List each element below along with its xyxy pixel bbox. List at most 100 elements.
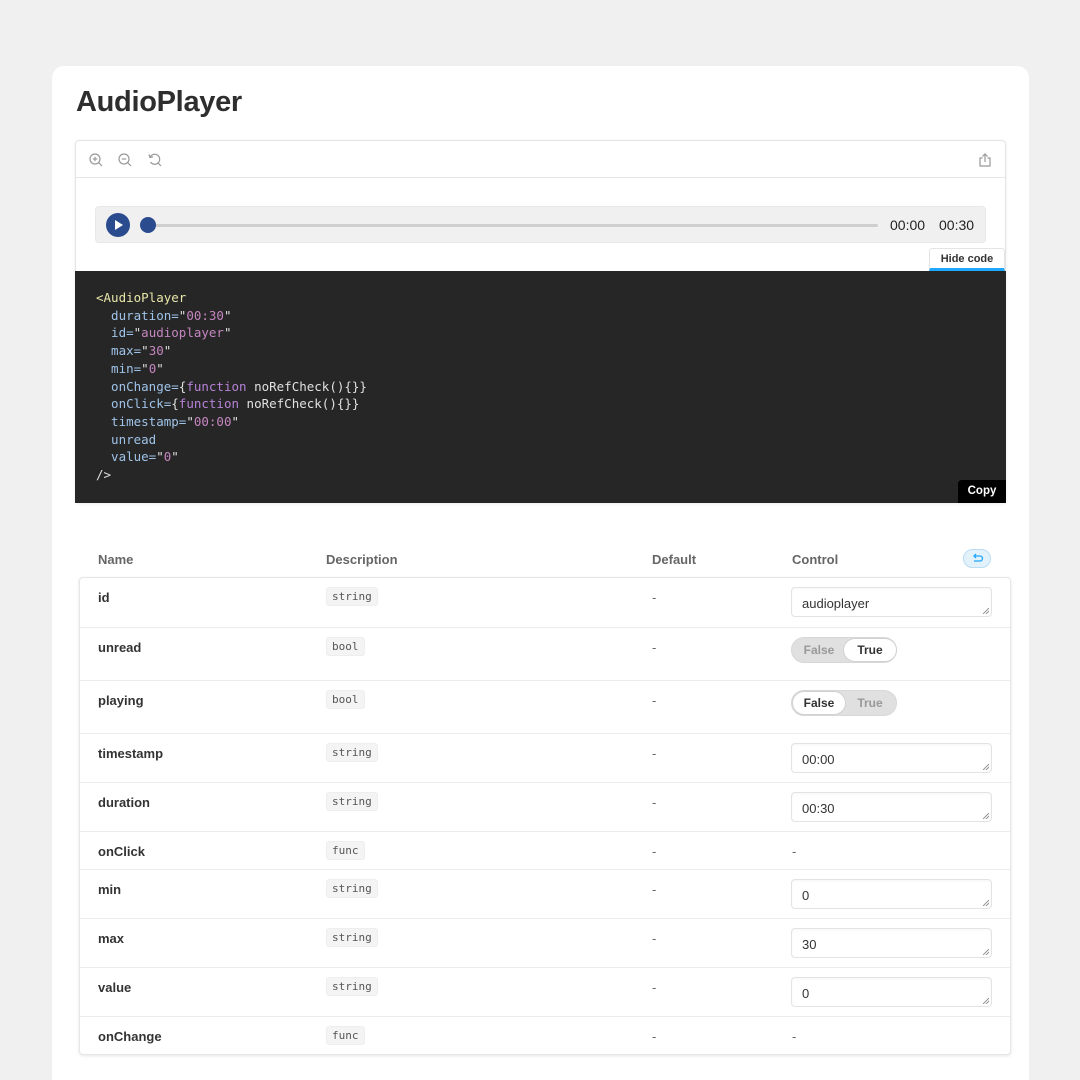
code-line: <AudioPlayer (96, 289, 1006, 307)
code-token: 00:30 (186, 307, 224, 323)
code-token: " (156, 449, 164, 465)
code-token: function (186, 378, 247, 394)
prop-name: playing (98, 693, 144, 708)
prop-row-value: value string - 0 (80, 967, 1010, 1016)
preview-panel: 00:00 00:30 Hide code <AudioPlayer durat… (75, 140, 1006, 503)
prop-type-badge: string (326, 587, 378, 606)
prop-name: min (98, 882, 122, 897)
play-button[interactable] (106, 213, 130, 237)
prop-type-badge: string (326, 928, 378, 947)
prop-row-onchange: onChange func - - (80, 1016, 1010, 1054)
code-token: audioplayer (141, 325, 224, 341)
input-value: 30 (802, 937, 817, 952)
toggle-true-option[interactable]: True (844, 639, 896, 661)
code-line: min="0" (96, 360, 1006, 378)
code-line: duration="00:30" (96, 307, 1006, 325)
code-token: " (223, 307, 232, 323)
zoom-out-icon[interactable] (117, 152, 133, 168)
code-token: " (141, 360, 149, 376)
prop-default: - (652, 844, 657, 859)
code-token: value= (96, 449, 157, 465)
code-token: max= (96, 343, 142, 359)
unread-toggle[interactable]: False True (791, 637, 897, 663)
props-table-body: id string - audioplayer unread bool - False True… (79, 577, 1011, 1055)
min-input[interactable]: 0 (791, 879, 992, 909)
prop-default: - (652, 693, 657, 708)
code-token: id= (96, 325, 134, 341)
props-table-header: Name Description Default Control (79, 541, 1011, 577)
duration-label: 00:30 (939, 217, 975, 233)
code-token: noRefCheck(){}} (246, 378, 367, 394)
prop-type-badge: func (326, 841, 365, 860)
code-line: /> (96, 466, 1006, 484)
code-token: noRefCheck(){}} (239, 396, 360, 412)
toggle-true-option[interactable]: True (844, 692, 896, 714)
code-line: onChange={function noRefCheck(){}} (96, 378, 1006, 396)
code-token: " (171, 449, 179, 465)
hide-code-button[interactable]: Hide code (929, 248, 1005, 271)
code-line: unread (96, 431, 1006, 449)
code-block: <AudioPlayer duration="00:30" id="audiop… (75, 271, 1006, 503)
code-token: " (231, 413, 240, 429)
share-icon[interactable] (977, 152, 993, 168)
prop-name: max (98, 931, 125, 946)
prop-type-badge: string (326, 792, 378, 811)
code-token: " (223, 325, 232, 341)
code-line: max="30" (96, 342, 1006, 360)
copy-button[interactable]: Copy (958, 480, 1006, 503)
reset-zoom-icon[interactable] (147, 152, 163, 168)
code-token: timestamp= (96, 413, 187, 429)
prop-name: duration (98, 795, 150, 810)
code-token: " (156, 360, 164, 376)
input-value: 00:30 (802, 801, 835, 816)
prop-default: - (652, 882, 657, 897)
code-line: onClick={function noRefCheck(){}} (96, 395, 1006, 413)
story-card: AudioPlayer 00:00 00:30 Hide code <Audio… (52, 66, 1029, 1080)
progress-track[interactable] (148, 224, 878, 227)
code-line: timestamp="00:00" (96, 413, 1006, 431)
prop-name: onChange (98, 1029, 162, 1044)
input-value: 0 (802, 888, 810, 903)
prop-name: timestamp (98, 746, 164, 761)
prop-row-id: id string - audioplayer (80, 578, 1010, 627)
prop-row-onclick: onClick func - - (80, 831, 1010, 869)
code-token: " (186, 413, 194, 429)
prop-type-badge: string (326, 743, 378, 762)
duration-input[interactable]: 00:30 (791, 792, 992, 822)
toggle-false-option[interactable]: False (793, 639, 845, 661)
zoom-in-icon[interactable] (88, 152, 104, 168)
prop-control-empty: - (792, 844, 797, 859)
id-input[interactable]: audioplayer (791, 587, 992, 617)
progress-thumb[interactable] (140, 217, 156, 233)
header-default: Default (652, 552, 697, 567)
code-token: 30 (148, 343, 164, 359)
value-input[interactable]: 0 (791, 977, 992, 1007)
input-value: 0 (802, 986, 810, 1001)
toggle-false-option[interactable]: False (793, 692, 845, 714)
prop-default: - (652, 590, 657, 605)
reset-controls-button[interactable] (963, 549, 991, 568)
code-token: duration= (96, 307, 179, 323)
code-token: <AudioPlayer (96, 290, 187, 305)
code-token: 00:00 (193, 413, 232, 429)
prop-type-badge: string (326, 879, 378, 898)
prop-name: value (98, 980, 132, 995)
prop-default: - (652, 795, 657, 810)
prop-name: id (98, 590, 110, 605)
prop-default: - (652, 746, 657, 761)
prop-row-duration: duration string - 00:30 (80, 782, 1010, 831)
playing-toggle[interactable]: False True (791, 690, 897, 716)
audio-player: 00:00 00:30 (95, 206, 986, 243)
max-input[interactable]: 30 (791, 928, 992, 958)
prop-row-max: max string - 30 (80, 918, 1010, 967)
code-token: min= (96, 360, 142, 376)
prop-name: onClick (98, 844, 145, 859)
input-value: audioplayer (802, 596, 870, 611)
timestamp-input[interactable]: 00:00 (791, 743, 992, 773)
prop-name: unread (98, 640, 142, 655)
timestamp-label: 00:00 (890, 217, 926, 233)
code-token: unread (96, 431, 157, 447)
header-control: Control (792, 552, 839, 567)
header-name: Name (98, 552, 134, 567)
code-token: onClick= (96, 396, 172, 412)
